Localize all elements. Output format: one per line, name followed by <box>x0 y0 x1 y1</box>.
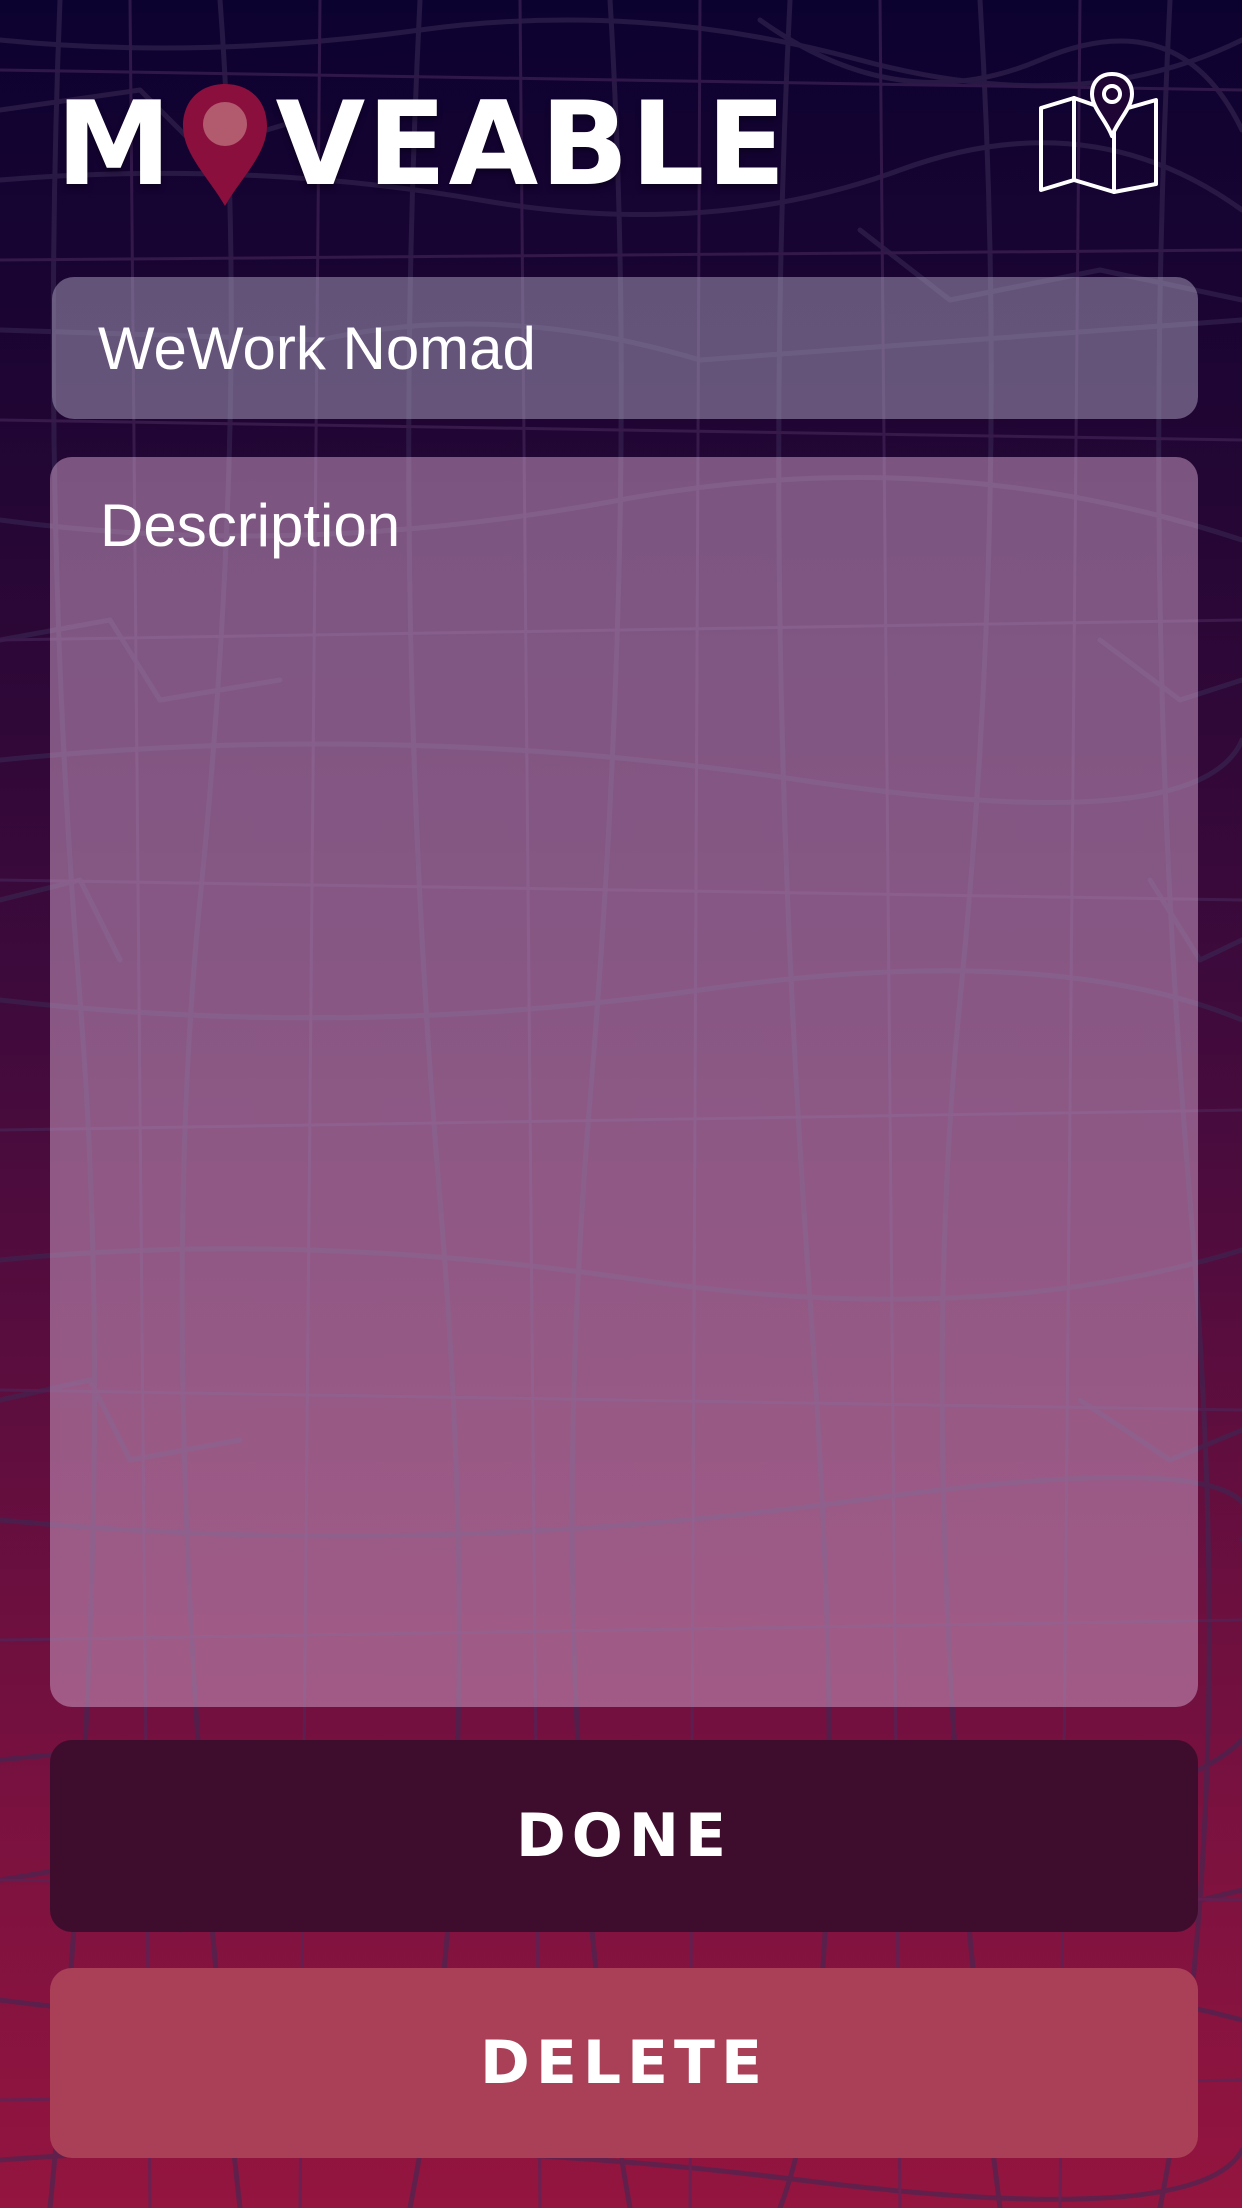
done-button-label: DONE <box>515 1801 732 1871</box>
logo-text-veable: VEABLE <box>275 77 788 212</box>
map-location-icon[interactable] <box>1036 70 1162 194</box>
location-pin-icon <box>183 84 268 206</box>
done-button[interactable]: DONE <box>50 1740 1198 1932</box>
description-field[interactable] <box>50 457 1198 1707</box>
moveable-logo: M VEABLE <box>56 80 788 210</box>
location-name-field[interactable] <box>52 277 1198 419</box>
logo-letter-m: M <box>56 77 174 212</box>
location-name-input[interactable] <box>98 313 1152 383</box>
delete-button-label: DELETE <box>480 2028 768 2098</box>
description-input[interactable] <box>100 491 1148 1673</box>
delete-button[interactable]: DELETE <box>50 1968 1198 2158</box>
edit-location-screen: M VEABLE DONE DELETE <box>0 0 1242 2208</box>
